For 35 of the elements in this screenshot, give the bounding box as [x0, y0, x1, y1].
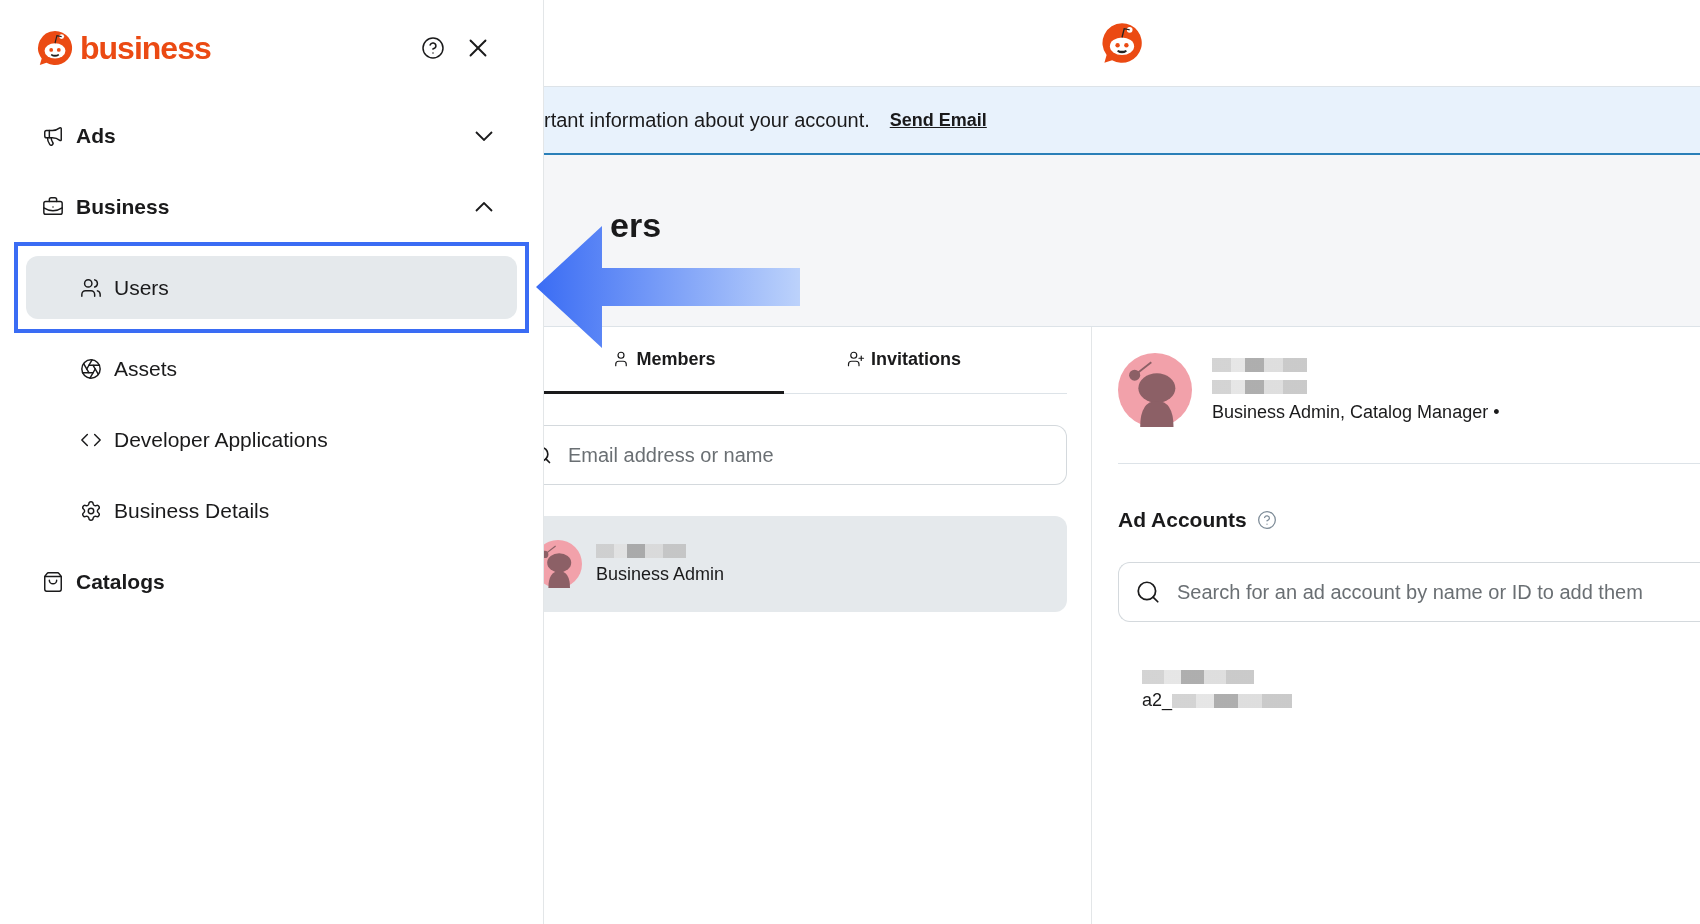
nav-item[interactable]: Catalogs	[0, 546, 543, 617]
ad-account-search-field[interactable]: Search for an ad account by name or ID to add them	[1118, 562, 1700, 622]
bag-icon	[42, 570, 64, 593]
briefcase-icon	[42, 195, 64, 218]
page-title: ers	[610, 208, 662, 244]
member-role: Business Admin	[596, 563, 725, 585]
section-title: Ad Accounts	[1118, 508, 1247, 532]
nav-subitem[interactable]: Business Details	[0, 475, 543, 546]
search-input[interactable]: Search for an ad account by name or ID to add them	[1175, 579, 1700, 605]
person-add-icon	[847, 350, 865, 368]
send-email-link[interactable]: Send Email	[889, 109, 987, 131]
brand-name: business	[80, 29, 211, 67]
nav-subitem[interactable]: Developer Applications	[0, 404, 543, 475]
search-input[interactable]: Email address or name	[566, 442, 1050, 468]
megaphone-icon	[42, 124, 64, 147]
users-icon	[80, 276, 102, 299]
chevron-up-icon	[475, 201, 493, 212]
avatar	[544, 540, 582, 588]
chevron-down-icon	[475, 130, 493, 141]
member-row[interactable]: Business Admin	[544, 516, 1067, 612]
tab[interactable]: Invitations	[784, 327, 1024, 394]
logo-icon	[36, 29, 74, 67]
member-roles: Business Admin, Catalog Manager •	[1212, 401, 1500, 423]
nav-item[interactable]: Ads	[0, 100, 543, 171]
nav-subitem[interactable]: Assets	[0, 333, 543, 404]
help-icon[interactable]	[421, 36, 445, 60]
notice-text: rtant information about your account.	[544, 108, 870, 132]
account-id: a2_	[1142, 690, 1173, 711]
aperture-icon	[80, 357, 102, 380]
nav-subitem[interactable]: Users	[26, 256, 517, 319]
search-icon	[1135, 579, 1161, 605]
gear-icon	[80, 499, 102, 522]
member-search-field[interactable]: Email address or name	[544, 425, 1067, 485]
nav-item[interactable]: Business	[0, 171, 543, 242]
logo-icon	[1100, 21, 1144, 65]
